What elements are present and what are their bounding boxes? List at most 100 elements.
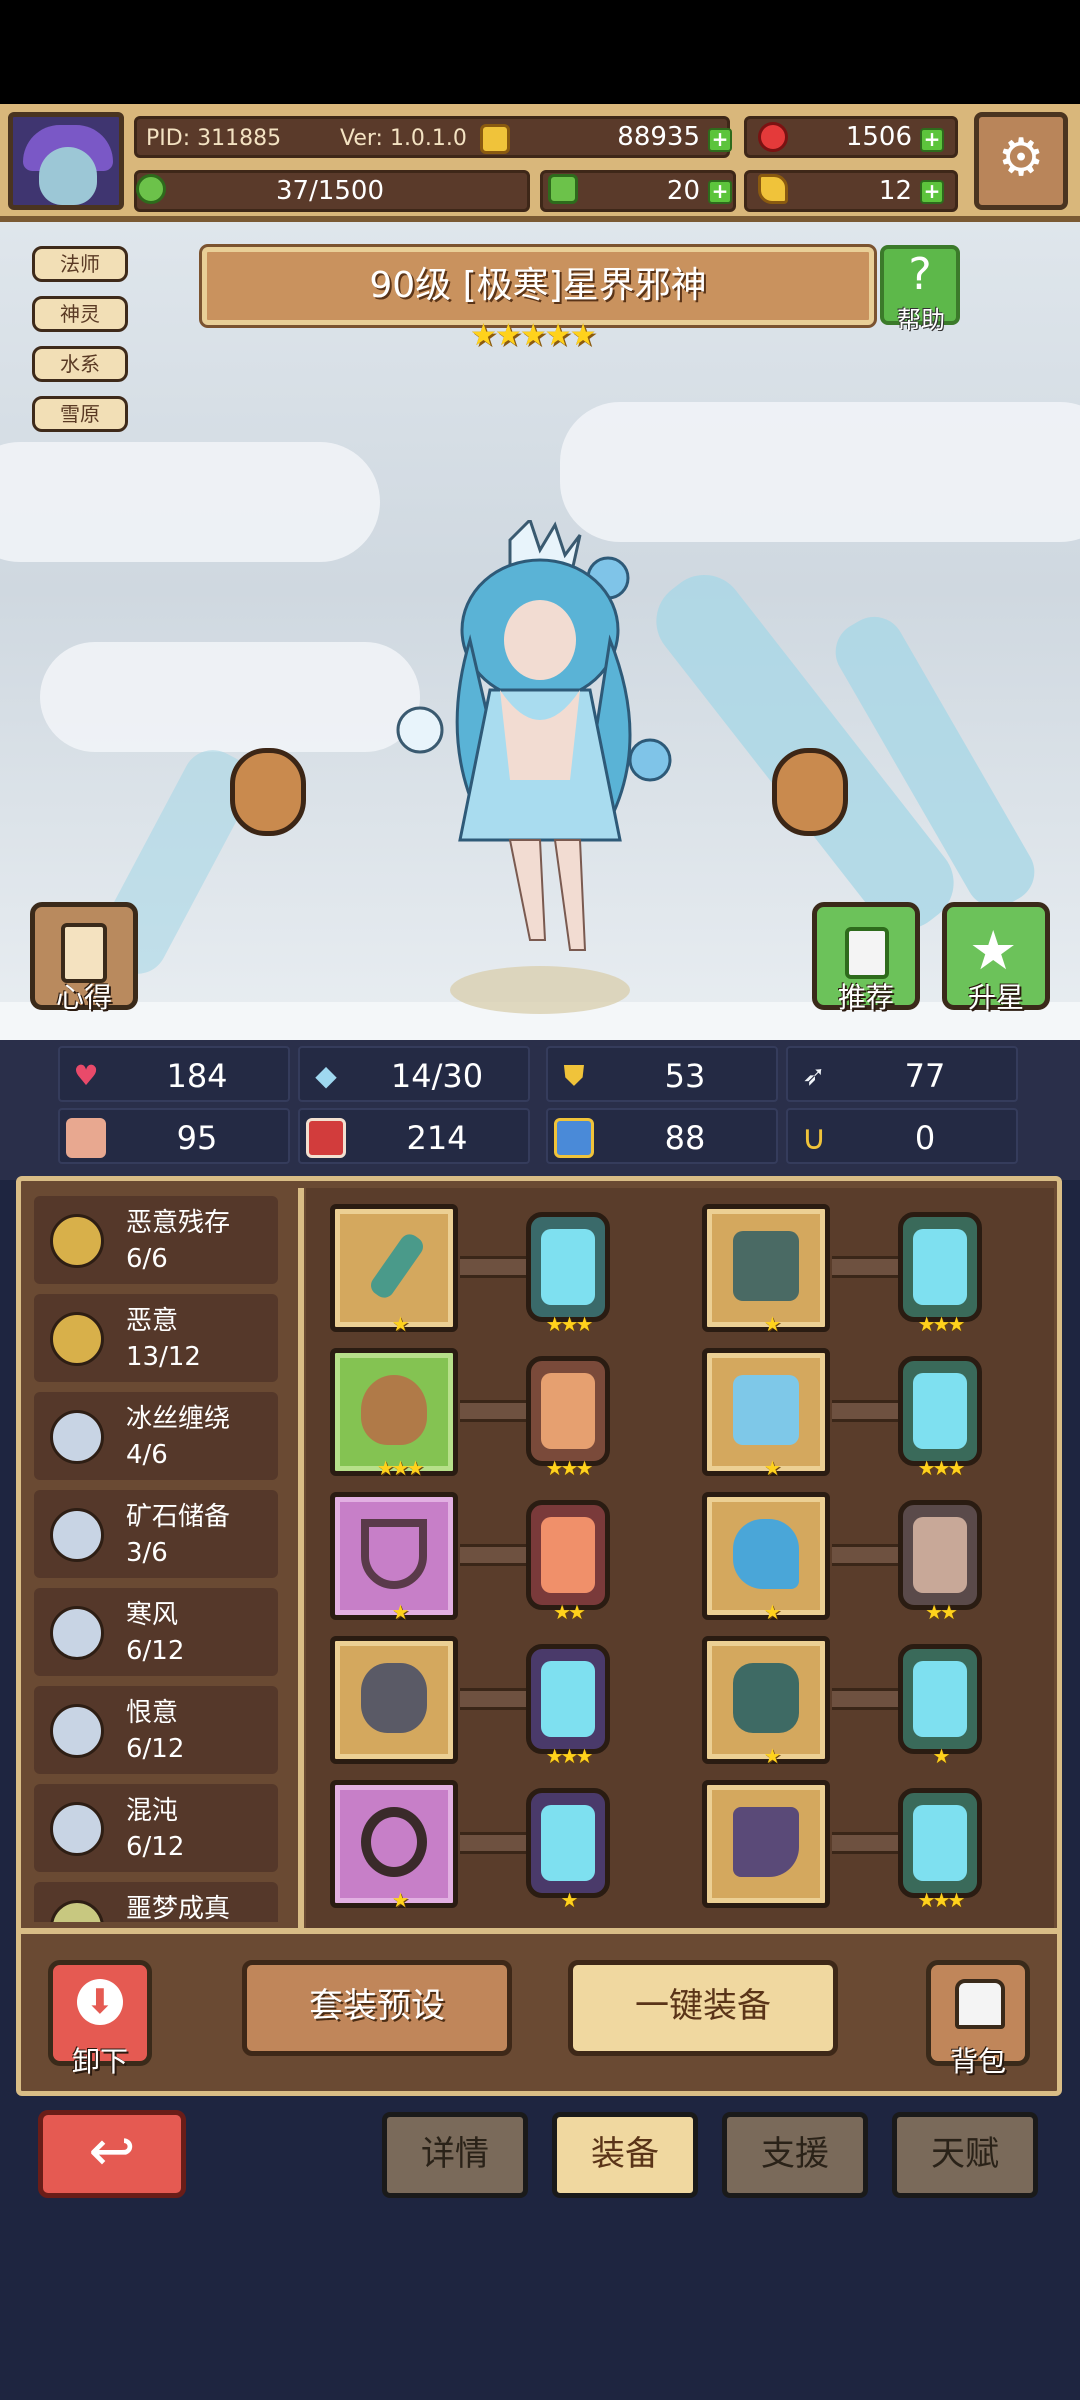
- stat-attack: 95: [58, 1108, 290, 1164]
- rune-stars: ★★: [925, 1600, 958, 1624]
- slot-connector: [832, 1832, 898, 1854]
- add-gold-button[interactable]: +: [708, 128, 732, 152]
- rune-crystal-icon: [913, 1373, 967, 1449]
- rune-stone-icon: [913, 1517, 967, 1593]
- mana-drop-icon: ◆: [315, 1059, 337, 1092]
- tab-support[interactable]: 支援: [722, 2112, 868, 2198]
- stat-health: ♥ 184: [58, 1046, 290, 1102]
- stat-value: 184: [166, 1057, 228, 1095]
- right-gem-slot[interactable]: [772, 748, 848, 836]
- rune-stars: ★★: [553, 1600, 586, 1624]
- set-item[interactable]: 冰丝缠绕 4/6: [34, 1392, 278, 1480]
- item-stars: ★: [391, 1888, 410, 1912]
- status-bar: [0, 0, 1080, 104]
- help-label: 帮助: [897, 306, 945, 334]
- add-key-button[interactable]: +: [920, 180, 944, 204]
- star-up-label: 升星: [967, 981, 1024, 1014]
- set-count: 6/6: [126, 1244, 168, 1274]
- rune-slot[interactable]: [898, 1356, 982, 1466]
- rune-slot[interactable]: [526, 1500, 610, 1610]
- rune-slot[interactable]: [526, 1644, 610, 1754]
- set-item[interactable]: 矿石储备 3/6: [34, 1490, 278, 1578]
- clover-amount: 20: [666, 176, 700, 206]
- recommend-label: 推荐: [837, 981, 894, 1014]
- terrain-tag: 雪原: [32, 396, 128, 432]
- rune-slot[interactable]: [898, 1500, 982, 1610]
- item-stars: ★: [763, 1744, 782, 1768]
- set-bonus-list[interactable]: 恶意残存 6/6 恶意 13/12 冰丝缠绕 4/6 矿石储备 3/6 寒风 6…: [34, 1192, 278, 1922]
- set-frost-icon: [50, 1802, 104, 1856]
- notes-label: 心得: [55, 981, 112, 1014]
- stat-value: 0: [914, 1119, 936, 1157]
- stat-luck: ∪ 0: [786, 1108, 1018, 1164]
- set-item[interactable]: 混沌 6/12: [34, 1784, 278, 1872]
- cloak-icon: [733, 1231, 799, 1301]
- slot-connector: [832, 1544, 898, 1566]
- left-gem-slot[interactable]: [230, 748, 306, 836]
- auto-equip-button[interactable]: 一键装备: [568, 1960, 838, 2056]
- set-item[interactable]: 恶意残存 6/6: [34, 1196, 278, 1284]
- staff-icon: [367, 1230, 427, 1302]
- rune-stars: ★★★: [545, 1456, 594, 1480]
- rune-slot[interactable]: [898, 1212, 982, 1322]
- avatar-face: [39, 147, 97, 205]
- backpack-label: 背包: [949, 2045, 1006, 2078]
- rune-slot[interactable]: [526, 1356, 610, 1466]
- equip-slot-orb[interactable]: [330, 1636, 458, 1764]
- rune-slot[interactable]: [898, 1644, 982, 1754]
- set-preset-button[interactable]: 套装预设: [242, 1960, 512, 2056]
- rune-slot[interactable]: [526, 1788, 610, 1898]
- panel-separator: [16, 1928, 1062, 1934]
- stat-value: 95: [176, 1119, 218, 1157]
- rune-crystal-icon: [913, 1229, 967, 1305]
- player-avatar[interactable]: [8, 112, 124, 210]
- set-item[interactable]: 恶意 13/12: [34, 1294, 278, 1382]
- item-stars: ★: [391, 1312, 410, 1336]
- rune-slot[interactable]: [526, 1212, 610, 1322]
- slot-connector: [460, 1256, 526, 1278]
- stat-value: 14/30: [390, 1057, 484, 1095]
- rune-stars: ★★★: [917, 1312, 966, 1336]
- rune-stars: ★★★: [545, 1312, 594, 1336]
- horseshoe-icon: ∪: [801, 1118, 827, 1158]
- set-bell-icon: [50, 1312, 104, 1366]
- stat-value: 214: [406, 1119, 468, 1157]
- set-bell-icon: [50, 1214, 104, 1268]
- player-id: PID: 311885: [146, 126, 282, 151]
- equip-slot-boots[interactable]: [702, 1780, 830, 1908]
- set-name: 恶意残存: [126, 1208, 231, 1238]
- set-name: 混沌: [126, 1796, 179, 1826]
- arrow-down-icon: ⬇: [77, 1979, 123, 2025]
- element-tag: 水系: [32, 346, 128, 382]
- race-tag: 神灵: [32, 296, 128, 332]
- back-arrow-icon[interactable]: ↩: [38, 2110, 186, 2198]
- set-name: 矿石储备: [126, 1502, 231, 1532]
- pouch-icon: [361, 1375, 427, 1445]
- tab-details[interactable]: 详情: [382, 2112, 528, 2198]
- key-amount: 12: [878, 176, 912, 206]
- ring-icon: [361, 1807, 427, 1877]
- stone-orb-icon: [361, 1663, 427, 1733]
- add-clover-button[interactable]: +: [708, 180, 732, 204]
- tab-talent[interactable]: 天赋: [892, 2112, 1038, 2198]
- shield-icon: ⛊: [563, 1059, 585, 1092]
- rune-crystal-icon: [541, 1805, 595, 1881]
- fist-icon: [66, 1118, 106, 1158]
- set-item[interactable]: 噩梦成真: [34, 1882, 278, 1922]
- tab-equipment[interactable]: 装备: [552, 2112, 698, 2198]
- set-item[interactable]: 恨意 6/12: [34, 1686, 278, 1774]
- set-nightmare-icon: [50, 1900, 104, 1922]
- set-item[interactable]: 寒风 6/12: [34, 1588, 278, 1676]
- add-gem-button[interactable]: +: [920, 128, 944, 152]
- rune-stars: ★★★: [545, 1744, 594, 1768]
- gold-coin-icon: [480, 124, 510, 154]
- book-icon: [306, 1118, 346, 1158]
- set-count: 3/6: [126, 1538, 168, 1568]
- rune-slot[interactable]: [898, 1788, 982, 1898]
- rune-stars: ★: [932, 1744, 951, 1768]
- hero-title: 90级 [极寒]星界邪神: [199, 244, 877, 328]
- slot-connector: [460, 1400, 526, 1422]
- set-count: 6/12: [126, 1636, 185, 1666]
- set-frost-icon: [50, 1508, 104, 1562]
- settings-gear-icon[interactable]: ⚙: [974, 112, 1068, 210]
